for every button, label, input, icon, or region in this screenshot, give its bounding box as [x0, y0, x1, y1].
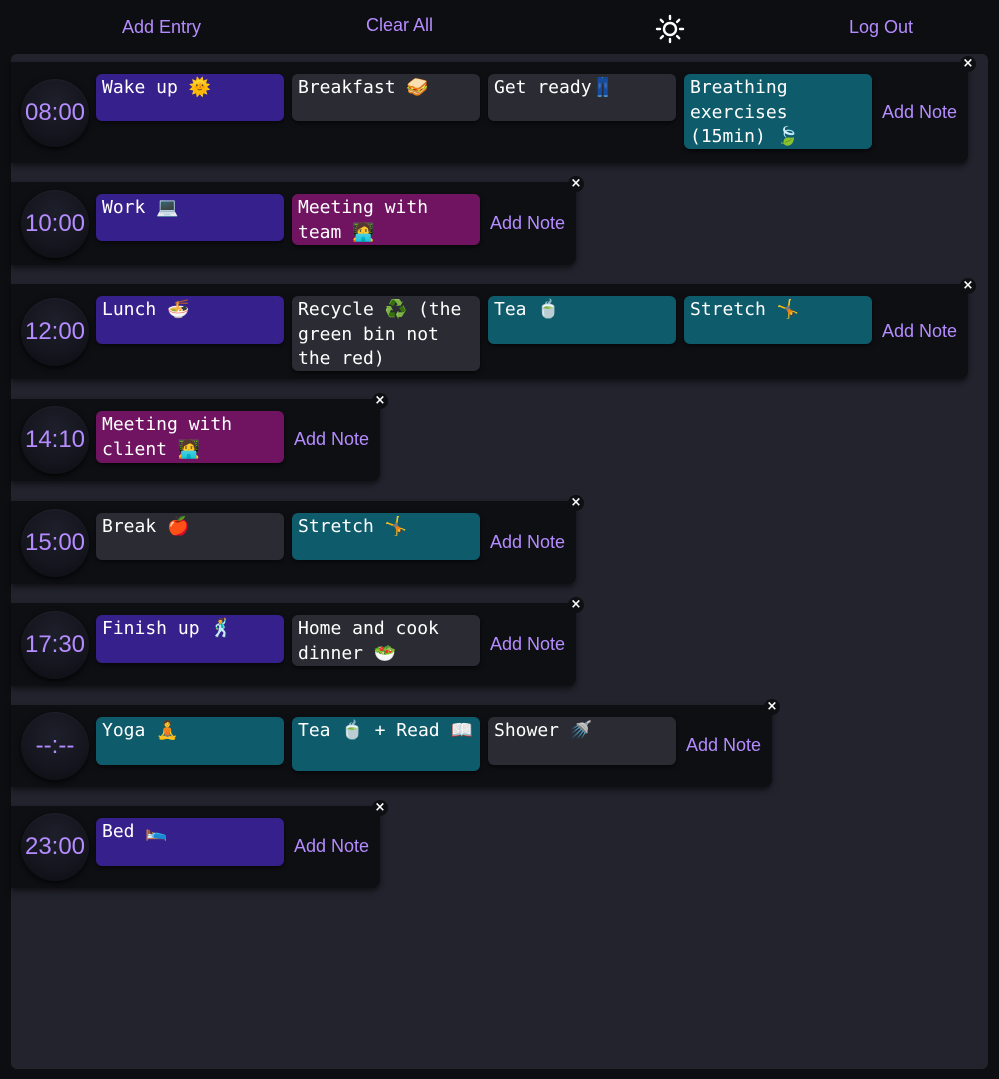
entry-card[interactable]: Recycle ♻️ (the green bin not the red): [292, 296, 480, 371]
delete-row-close-icon[interactable]: ×: [372, 393, 388, 409]
delete-row-close-icon[interactable]: ×: [568, 597, 584, 613]
add-note-button[interactable]: Add Note: [294, 429, 369, 450]
entry-card[interactable]: Stretch 🤸: [292, 513, 480, 560]
entry-card[interactable]: Work 💻: [96, 194, 284, 241]
entry-card[interactable]: Get ready👖: [488, 74, 676, 121]
delete-row-close-icon[interactable]: ×: [764, 699, 780, 715]
schedule-row: 14:10 Meeting with client 🧑‍💻 Add Note ×: [11, 393, 388, 481]
entry-card[interactable]: Break 🍎: [96, 513, 284, 560]
entry-card[interactable]: Tea 🍵 + Read 📖: [292, 717, 480, 771]
time-clock[interactable]: 17:30: [21, 611, 89, 679]
schedule-row: 08:00 Wake up 🌞 Breakfast 🥪 Get ready👖 Breat…: [11, 56, 976, 163]
sun-icon[interactable]: [655, 14, 685, 44]
add-note-button[interactable]: Add Note: [882, 321, 957, 342]
delete-row-close-icon[interactable]: ×: [568, 495, 584, 511]
entry-card[interactable]: Home and cook dinner 🥗: [292, 615, 480, 666]
entry-card[interactable]: Finish up 🕺: [96, 615, 284, 663]
delete-row-close-icon[interactable]: ×: [568, 176, 584, 192]
time-clock[interactable]: 12:00: [21, 298, 89, 366]
entry-card[interactable]: Breathing exercises (15min) 🍃: [684, 74, 872, 149]
entry-card[interactable]: Meeting with team 🧑‍💻: [292, 194, 480, 245]
log-out-button[interactable]: Log Out: [849, 17, 913, 38]
entry-card[interactable]: Wake up 🌞: [96, 74, 284, 121]
time-clock[interactable]: 23:00: [21, 813, 89, 881]
entry-card[interactable]: Shower 🚿: [488, 717, 676, 765]
add-entry-button[interactable]: Add Entry: [122, 17, 201, 38]
time-clock[interactable]: 15:00: [21, 509, 89, 577]
add-note-button[interactable]: Add Note: [490, 213, 565, 234]
add-note-button[interactable]: Add Note: [294, 836, 369, 857]
delete-row-close-icon[interactable]: ×: [960, 278, 976, 294]
entry-card[interactable]: Breakfast 🥪: [292, 74, 480, 121]
schedule-row: 10:00 Work 💻 Meeting with team 🧑‍💻 Add Note…: [11, 176, 584, 265]
add-note-button[interactable]: Add Note: [490, 532, 565, 553]
schedule-row: 15:00 Break 🍎 Stretch 🤸 Add Note ×: [11, 495, 584, 584]
time-clock[interactable]: 08:00: [21, 79, 89, 147]
add-note-button[interactable]: Add Note: [882, 102, 957, 123]
time-clock[interactable]: 14:10: [21, 406, 89, 474]
clear-all-button[interactable]: Clear All: [366, 15, 433, 36]
top-navigation: Add Entry Clear All Log Out: [0, 0, 999, 54]
entry-card[interactable]: Bed 🛌: [96, 818, 284, 866]
entry-card[interactable]: Stretch 🤸: [684, 296, 872, 344]
entry-card[interactable]: Lunch 🍜: [96, 296, 284, 344]
time-clock[interactable]: --:--: [21, 712, 89, 780]
entry-card[interactable]: Yoga 🧘: [96, 717, 284, 765]
schedule-row: 12:00 Lunch 🍜 Recycle ♻️ (the green bin no…: [11, 278, 976, 379]
delete-row-close-icon[interactable]: ×: [372, 800, 388, 816]
time-clock[interactable]: 10:00: [21, 190, 89, 258]
schedule-row: 23:00 Bed 🛌 Add Note ×: [11, 800, 388, 888]
schedule-row: 17:30 Finish up 🕺 Home and cook dinner 🥗 Ad…: [11, 597, 584, 686]
schedule-row: --:-- Yoga 🧘 Tea 🍵 + Read 📖 Shower 🚿 Add Not…: [11, 699, 780, 787]
entry-card[interactable]: Meeting with client 🧑‍💻: [96, 411, 284, 463]
add-note-button[interactable]: Add Note: [686, 735, 761, 756]
add-note-button[interactable]: Add Note: [490, 634, 565, 655]
delete-row-close-icon[interactable]: ×: [960, 56, 976, 72]
entry-card[interactable]: Tea 🍵: [488, 296, 676, 344]
